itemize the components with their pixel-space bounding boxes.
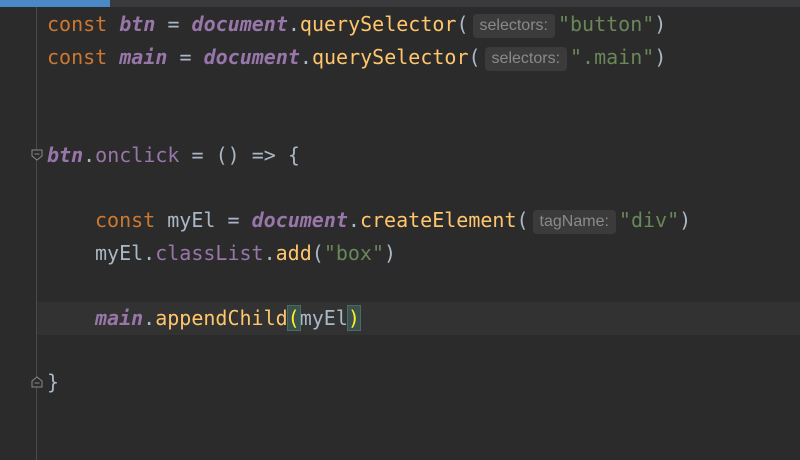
local-variable-name: myEl	[167, 208, 216, 232]
object-name: document	[203, 45, 300, 69]
string-literal: ".main"	[570, 45, 655, 69]
method-name: querySelector	[311, 45, 469, 69]
variable-name: main	[95, 306, 144, 330]
operator: =	[227, 208, 240, 232]
code-line-7[interactable]: }	[47, 366, 59, 399]
method-name: add	[275, 241, 312, 265]
code-line-5[interactable]: myEl.classList.add("box")	[47, 237, 396, 270]
keyword: const	[95, 208, 156, 232]
closing-brace: }	[47, 370, 60, 394]
argument-name: myEl	[299, 306, 348, 330]
active-tab-indicator	[0, 0, 110, 7]
keyword: const	[47, 12, 108, 36]
object-name: document	[191, 12, 288, 36]
fold-close-icon[interactable]	[31, 376, 43, 388]
fold-open-icon[interactable]	[31, 149, 43, 161]
operator: =	[167, 12, 180, 36]
code-line-1[interactable]: const btn = document.querySelector(selec…	[47, 8, 666, 41]
method-name: appendChild	[155, 306, 288, 330]
code-line-6[interactable]: main.appendChild(myEl)	[47, 302, 361, 335]
operator: =	[179, 45, 192, 69]
parameter-hint: selectors:	[472, 14, 555, 38]
arrow-function-start: = () => {	[179, 143, 300, 167]
object-name: document	[251, 208, 348, 232]
method-name: createElement	[359, 208, 517, 232]
string-literal: "button"	[557, 12, 655, 36]
editor-top-bar	[0, 0, 800, 7]
code-line-3[interactable]: btn.onclick = () => {	[47, 139, 300, 172]
string-literal: "div"	[618, 208, 680, 232]
string-literal: "box"	[323, 241, 385, 265]
variable-name: btn	[47, 143, 84, 167]
code-editor[interactable]: const btn = document.querySelector(selec…	[0, 0, 800, 460]
variable-name: btn	[119, 12, 156, 36]
local-variable-name: myEl	[95, 241, 144, 265]
keyword: const	[47, 45, 108, 69]
variable-name: main	[119, 45, 168, 69]
gutter-divider	[36, 7, 37, 460]
parameter-hint: selectors:	[484, 47, 568, 71]
parameter-hint: tagName:	[532, 210, 616, 234]
code-line-4[interactable]: const myEl = document.createElement(tagN…	[47, 204, 691, 237]
matched-paren-open: (	[286, 305, 301, 331]
code-line-2[interactable]: const main = document.querySelector(sele…	[47, 41, 666, 74]
matched-paren-close: )	[346, 305, 361, 331]
method-name: querySelector	[299, 12, 457, 36]
property-name: onclick	[95, 143, 180, 167]
property-name: classList	[155, 241, 264, 265]
